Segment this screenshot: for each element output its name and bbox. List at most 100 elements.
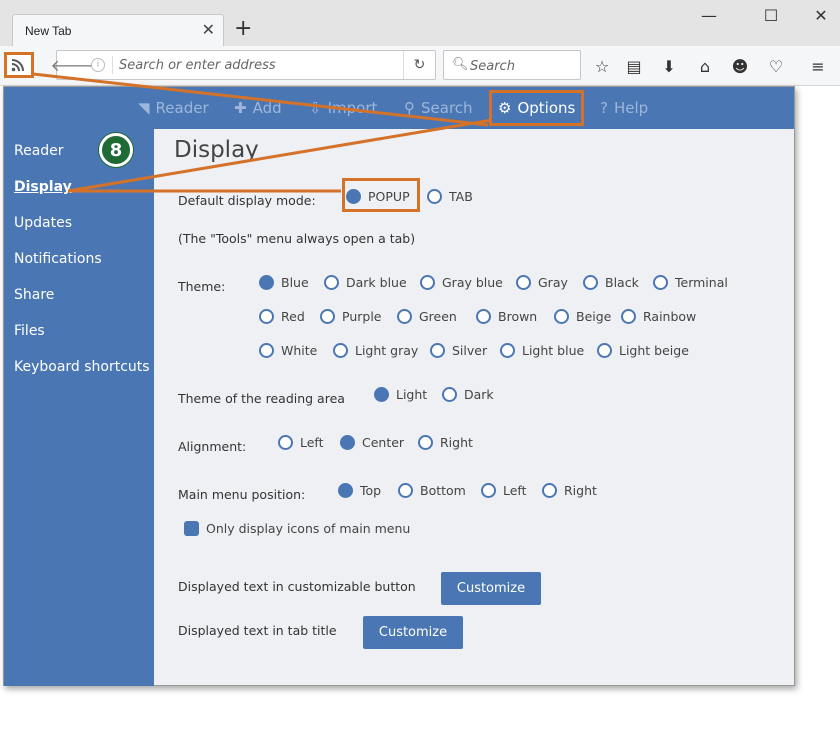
icons-only-checkbox[interactable]: Only display icons of main menu [184,521,410,536]
option-label: Purple [342,309,382,324]
radio-button[interactable] [653,275,668,290]
bookmark-star-icon[interactable]: ☆ [590,54,614,78]
window-close-icon[interactable]: ✕ [806,6,836,25]
radio-button[interactable] [597,343,612,358]
theme-red[interactable]: Red [259,309,305,324]
radio-button[interactable] [338,483,353,498]
sidebar-item-files[interactable]: Files [14,323,45,339]
radio-button[interactable] [278,435,293,450]
theme-light-beige[interactable]: Light beige [597,343,689,358]
menu-position-right[interactable]: Right [542,483,597,498]
radio-button[interactable] [324,275,339,290]
radio-button[interactable] [320,309,335,324]
radio-button[interactable] [442,387,457,402]
sidebar-item-share[interactable]: Share [14,287,54,303]
menu-search[interactable]: ⚲ Search [404,87,473,129]
radio-button[interactable] [481,483,496,498]
menu-position-top[interactable]: Top [338,483,381,498]
theme-white[interactable]: White [259,343,317,358]
rss-extension-button[interactable] [4,52,34,78]
theme-purple[interactable]: Purple [320,309,381,324]
menu-label: Import [327,99,378,117]
option-label: Gray blue [442,275,503,290]
theme-terminal[interactable]: Terminal [653,275,728,290]
option-label: Gray [538,275,568,290]
import-icon: ⇩ [309,99,322,117]
theme-silver[interactable]: Silver [430,343,487,358]
radio-button[interactable] [398,483,413,498]
radio-button[interactable] [542,483,557,498]
radio-button[interactable] [554,309,569,324]
radio-button[interactable] [427,189,442,204]
option-label: Silver [452,343,488,358]
checkbox[interactable] [184,521,199,536]
sidebar-item-keyboard-shortcuts[interactable]: Keyboard shortcuts [14,359,150,375]
theme-gray-blue[interactable]: Gray blue [420,275,503,290]
reload-icon[interactable]: ↻ [403,51,435,79]
display-mode-popup[interactable]: POPUP [346,189,410,204]
menu-position-left[interactable]: Left [481,483,527,498]
minimize-icon[interactable]: — [694,6,724,25]
sidebar-item-notifications[interactable]: Notifications [14,251,102,267]
theme-dark-blue[interactable]: Dark blue [324,275,407,290]
radio-button[interactable] [259,275,274,290]
address-input[interactable] [119,55,399,75]
theme-blue[interactable]: Blue [259,275,309,290]
info-icon[interactable]: i [91,58,105,72]
theme-green[interactable]: Green [397,309,457,324]
theme-rainbow[interactable]: Rainbow [621,309,696,324]
theme-black[interactable]: Black [583,275,639,290]
pocket-icon[interactable]: ♡ [764,54,788,78]
alignment-right[interactable]: Right [418,435,473,450]
sidebar-item-updates[interactable]: Updates [14,215,72,231]
theme-brown[interactable]: Brown [476,309,537,324]
download-icon[interactable]: ⬇ [657,54,681,78]
hamburger-menu-icon[interactable]: ≡ [806,54,830,78]
alignment-center[interactable]: Center [340,435,404,450]
customize-tab-title-button[interactable]: Customize [363,616,463,649]
radio-button[interactable] [397,309,412,324]
alignment-left[interactable]: Left [278,435,324,450]
options-sidebar: Reader Display Updates Notifications Sha… [4,129,154,686]
radio-button[interactable] [500,343,515,358]
back-arrow-icon[interactable]: 🡐 [51,51,94,79]
menu-import[interactable]: ⇩ Import [309,87,377,129]
smiley-icon[interactable]: ☻ [728,54,752,78]
customize-button-text-button[interactable]: Customize [441,572,541,605]
new-tab-button[interactable]: + [234,18,252,40]
theme-light-gray[interactable]: Light gray [333,343,418,358]
close-icon[interactable]: ✕ [202,20,215,39]
menu-position-bottom[interactable]: Bottom [398,483,466,498]
reading-area-dark[interactable]: Dark [442,387,494,402]
radio-button[interactable] [583,275,598,290]
display-mode-tab[interactable]: TAB [427,189,473,204]
radio-button[interactable] [340,435,355,450]
search-input[interactable] [470,56,574,76]
radio-button[interactable] [259,343,274,358]
sidebar-item-display[interactable]: Display [14,179,72,195]
menu-options[interactable]: ⚙ Options [489,90,585,126]
radio-button[interactable] [259,309,274,324]
radio-button[interactable] [374,387,389,402]
browser-tab[interactable]: New Tab ✕ [12,14,224,46]
radio-button[interactable] [420,275,435,290]
theme-light-blue[interactable]: Light blue [500,343,584,358]
menu-add[interactable]: ✚ Add [234,87,282,129]
radio-button[interactable] [430,343,445,358]
reading-area-light[interactable]: Light [374,387,427,402]
radio-button[interactable] [418,435,433,450]
sidebar-item-reader[interactable]: Reader [14,143,64,159]
theme-beige[interactable]: Beige [554,309,611,324]
menu-help[interactable]: ? Help [600,87,648,129]
reading-list-icon[interactable]: ▤ [622,54,646,78]
radio-button[interactable] [333,343,348,358]
menu-reader[interactable]: ◥ Reader [138,87,209,129]
maximize-icon[interactable]: ☐ [756,6,786,25]
radio-button[interactable] [621,309,636,324]
radio-button[interactable] [476,309,491,324]
theme-gray[interactable]: Gray [516,275,568,290]
main-menu: ◥ Reader ✚ Add ⇩ Import ⚲ Search ⚙ Optio… [4,87,794,129]
home-icon[interactable]: ⌂ [693,54,717,78]
radio-button[interactable] [516,275,531,290]
radio-button[interactable] [346,189,361,204]
